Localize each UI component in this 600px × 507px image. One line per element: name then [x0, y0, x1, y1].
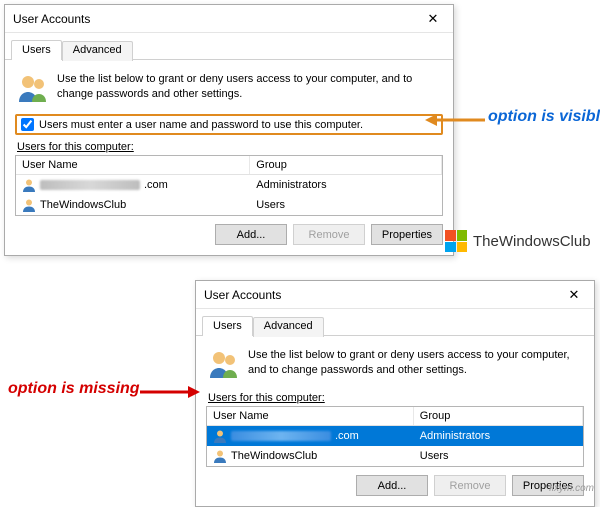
tabstrip: Users Advanced [196, 309, 594, 336]
group-cell: Users [250, 196, 442, 214]
arrow-icon [140, 383, 200, 401]
list-row[interactable]: TheWindowsClub Users [16, 195, 442, 215]
users-section-label: Users for this computer: [17, 141, 443, 153]
button-row: Add... Remove Properties [206, 467, 584, 496]
user-accounts-dialog-visible: User Accounts ✕ Users Advanced Use the l… [4, 4, 454, 256]
properties-button[interactable]: Properties [371, 224, 443, 245]
info-text: Use the list below to grant or deny user… [248, 348, 584, 380]
col-group[interactable]: Group [250, 156, 442, 174]
username-suffix: .com [144, 179, 168, 191]
titlebar[interactable]: User Accounts ✕ [5, 5, 453, 33]
remove-button[interactable]: Remove [434, 475, 506, 496]
user-accounts-dialog-missing: User Accounts ✕ Users Advanced Use the l… [195, 280, 595, 507]
close-button[interactable]: ✕ [554, 281, 594, 309]
close-button[interactable]: ✕ [413, 5, 453, 33]
col-group[interactable]: Group [414, 407, 583, 425]
users-icon [17, 72, 49, 104]
tab-advanced[interactable]: Advanced [253, 317, 324, 337]
add-button[interactable]: Add... [356, 475, 428, 496]
tabstrip: Users Advanced [5, 33, 453, 60]
user-icon [22, 198, 36, 212]
listview-header: User Name Group [207, 407, 583, 426]
user-icon [213, 429, 227, 443]
group-cell: Users [414, 447, 583, 465]
username-cell: TheWindowsClub [40, 199, 126, 211]
username-suffix: .com [335, 430, 359, 442]
listview-header: User Name Group [16, 156, 442, 175]
annotation-visible: option is visible [488, 108, 600, 126]
button-row: Add... Remove Properties [15, 216, 443, 245]
info-row: Use the list below to grant or deny user… [206, 344, 584, 390]
add-button[interactable]: Add... [215, 224, 287, 245]
list-row[interactable]: TheWindowsClub Users [207, 446, 583, 466]
obscured-username [231, 431, 331, 441]
user-icon [22, 178, 36, 192]
users-section-label: Users for this computer: [208, 392, 584, 404]
info-text: Use the list below to grant or deny user… [57, 72, 443, 104]
users-listview[interactable]: User Name Group .com Administrators TheW… [206, 406, 584, 467]
obscured-username [40, 180, 140, 190]
must-enter-checkbox-row[interactable]: Users must enter a user name and passwor… [15, 114, 443, 135]
list-row[interactable]: .com Administrators [16, 175, 442, 195]
logo-text: TheWindowsClub [473, 233, 591, 250]
list-row[interactable]: .com Administrators [207, 426, 583, 446]
tab-advanced[interactable]: Advanced [62, 41, 133, 61]
username-cell: TheWindowsClub [231, 450, 317, 462]
remove-button[interactable]: Remove [293, 224, 365, 245]
must-enter-label: Users must enter a user name and passwor… [39, 119, 363, 131]
window-title: User Accounts [13, 12, 413, 26]
users-icon [208, 348, 240, 380]
group-cell: Administrators [250, 176, 442, 194]
annotation-missing: option is missing [8, 380, 140, 398]
window-title: User Accounts [204, 288, 554, 302]
col-username[interactable]: User Name [207, 407, 414, 425]
windowsclub-logo: TheWindowsClub [445, 230, 591, 252]
users-listview[interactable]: User Name Group .com Administrators TheW… [15, 155, 443, 216]
must-enter-checkbox[interactable] [21, 118, 34, 131]
group-cell: Administrators [414, 427, 583, 445]
watermark: fixym.com [549, 483, 594, 494]
user-icon [213, 449, 227, 463]
tab-users[interactable]: Users [202, 316, 253, 336]
tab-users[interactable]: Users [11, 40, 62, 60]
titlebar[interactable]: User Accounts ✕ [196, 281, 594, 309]
col-username[interactable]: User Name [16, 156, 250, 174]
info-row: Use the list below to grant or deny user… [15, 68, 443, 114]
